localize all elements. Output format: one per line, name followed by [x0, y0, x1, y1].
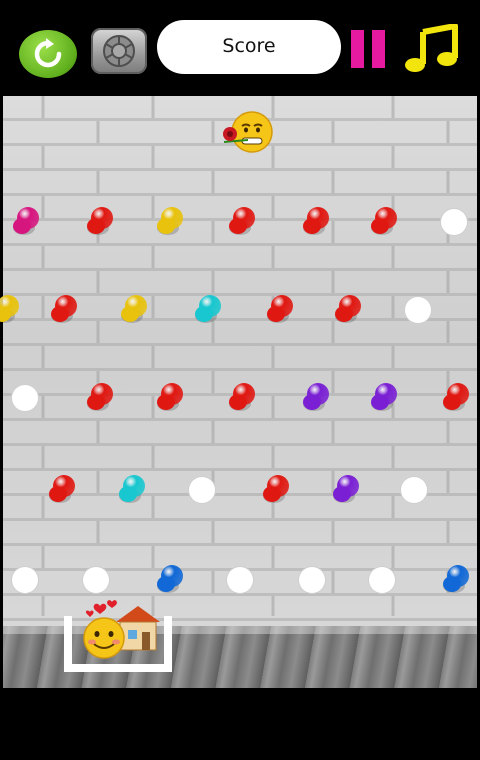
red-push-pin[interactable] — [224, 380, 260, 416]
red-push-pin[interactable] — [152, 380, 188, 416]
empty-peg-hole[interactable] — [83, 567, 109, 593]
pause-button[interactable] — [351, 30, 387, 68]
settings-button[interactable] — [91, 28, 147, 74]
red-push-pin[interactable] — [298, 204, 334, 240]
blue-push-pin[interactable] — [438, 562, 474, 598]
cyan-push-pin[interactable] — [114, 472, 150, 508]
bottom-bar — [0, 688, 480, 760]
red-push-pin[interactable] — [330, 292, 366, 328]
brick-wall — [41, 96, 450, 616]
purple-push-pin[interactable] — [328, 472, 364, 508]
settings-icon — [103, 35, 135, 67]
goal-emoji-with-house — [83, 600, 160, 659]
purple-push-pin[interactable] — [298, 380, 334, 416]
yellow-push-pin[interactable] — [152, 204, 188, 240]
empty-peg-hole[interactable] — [227, 567, 253, 593]
red-push-pin[interactable] — [438, 380, 474, 416]
score-label: Score — [222, 35, 276, 57]
red-push-pin[interactable] — [44, 472, 80, 508]
red-push-pin[interactable] — [224, 204, 260, 240]
empty-peg-hole[interactable] — [441, 209, 467, 235]
cyan-push-pin[interactable] — [190, 292, 226, 328]
empty-peg-hole[interactable] — [401, 477, 427, 503]
refresh-icon — [34, 38, 62, 68]
refresh-button[interactable] — [19, 30, 77, 78]
empty-peg-hole[interactable] — [189, 477, 215, 503]
empty-peg-hole[interactable] — [405, 297, 431, 323]
red-push-pin[interactable] — [82, 204, 118, 240]
red-push-pin[interactable] — [262, 292, 298, 328]
magenta-push-pin[interactable] — [8, 204, 44, 240]
empty-peg-hole[interactable] — [12, 385, 38, 411]
music-note-icon — [405, 23, 458, 72]
red-push-pin[interactable] — [258, 472, 294, 508]
yellow-push-pin[interactable] — [0, 292, 24, 328]
score-display: Score — [157, 20, 341, 74]
empty-peg-hole[interactable] — [12, 567, 38, 593]
purple-push-pin[interactable] — [366, 380, 402, 416]
top-bar: Score — [0, 0, 480, 96]
empty-peg-hole[interactable] — [369, 567, 395, 593]
yellow-push-pin[interactable] — [116, 292, 152, 328]
red-push-pin[interactable] — [366, 204, 402, 240]
music-button[interactable] — [403, 23, 459, 74]
player-emoji-with-rose[interactable] — [222, 106, 276, 156]
red-push-pin[interactable] — [82, 380, 118, 416]
red-push-pin[interactable] — [46, 292, 82, 328]
pause-icon — [351, 30, 364, 68]
empty-peg-hole[interactable] — [299, 567, 325, 593]
blue-push-pin[interactable] — [152, 562, 188, 598]
